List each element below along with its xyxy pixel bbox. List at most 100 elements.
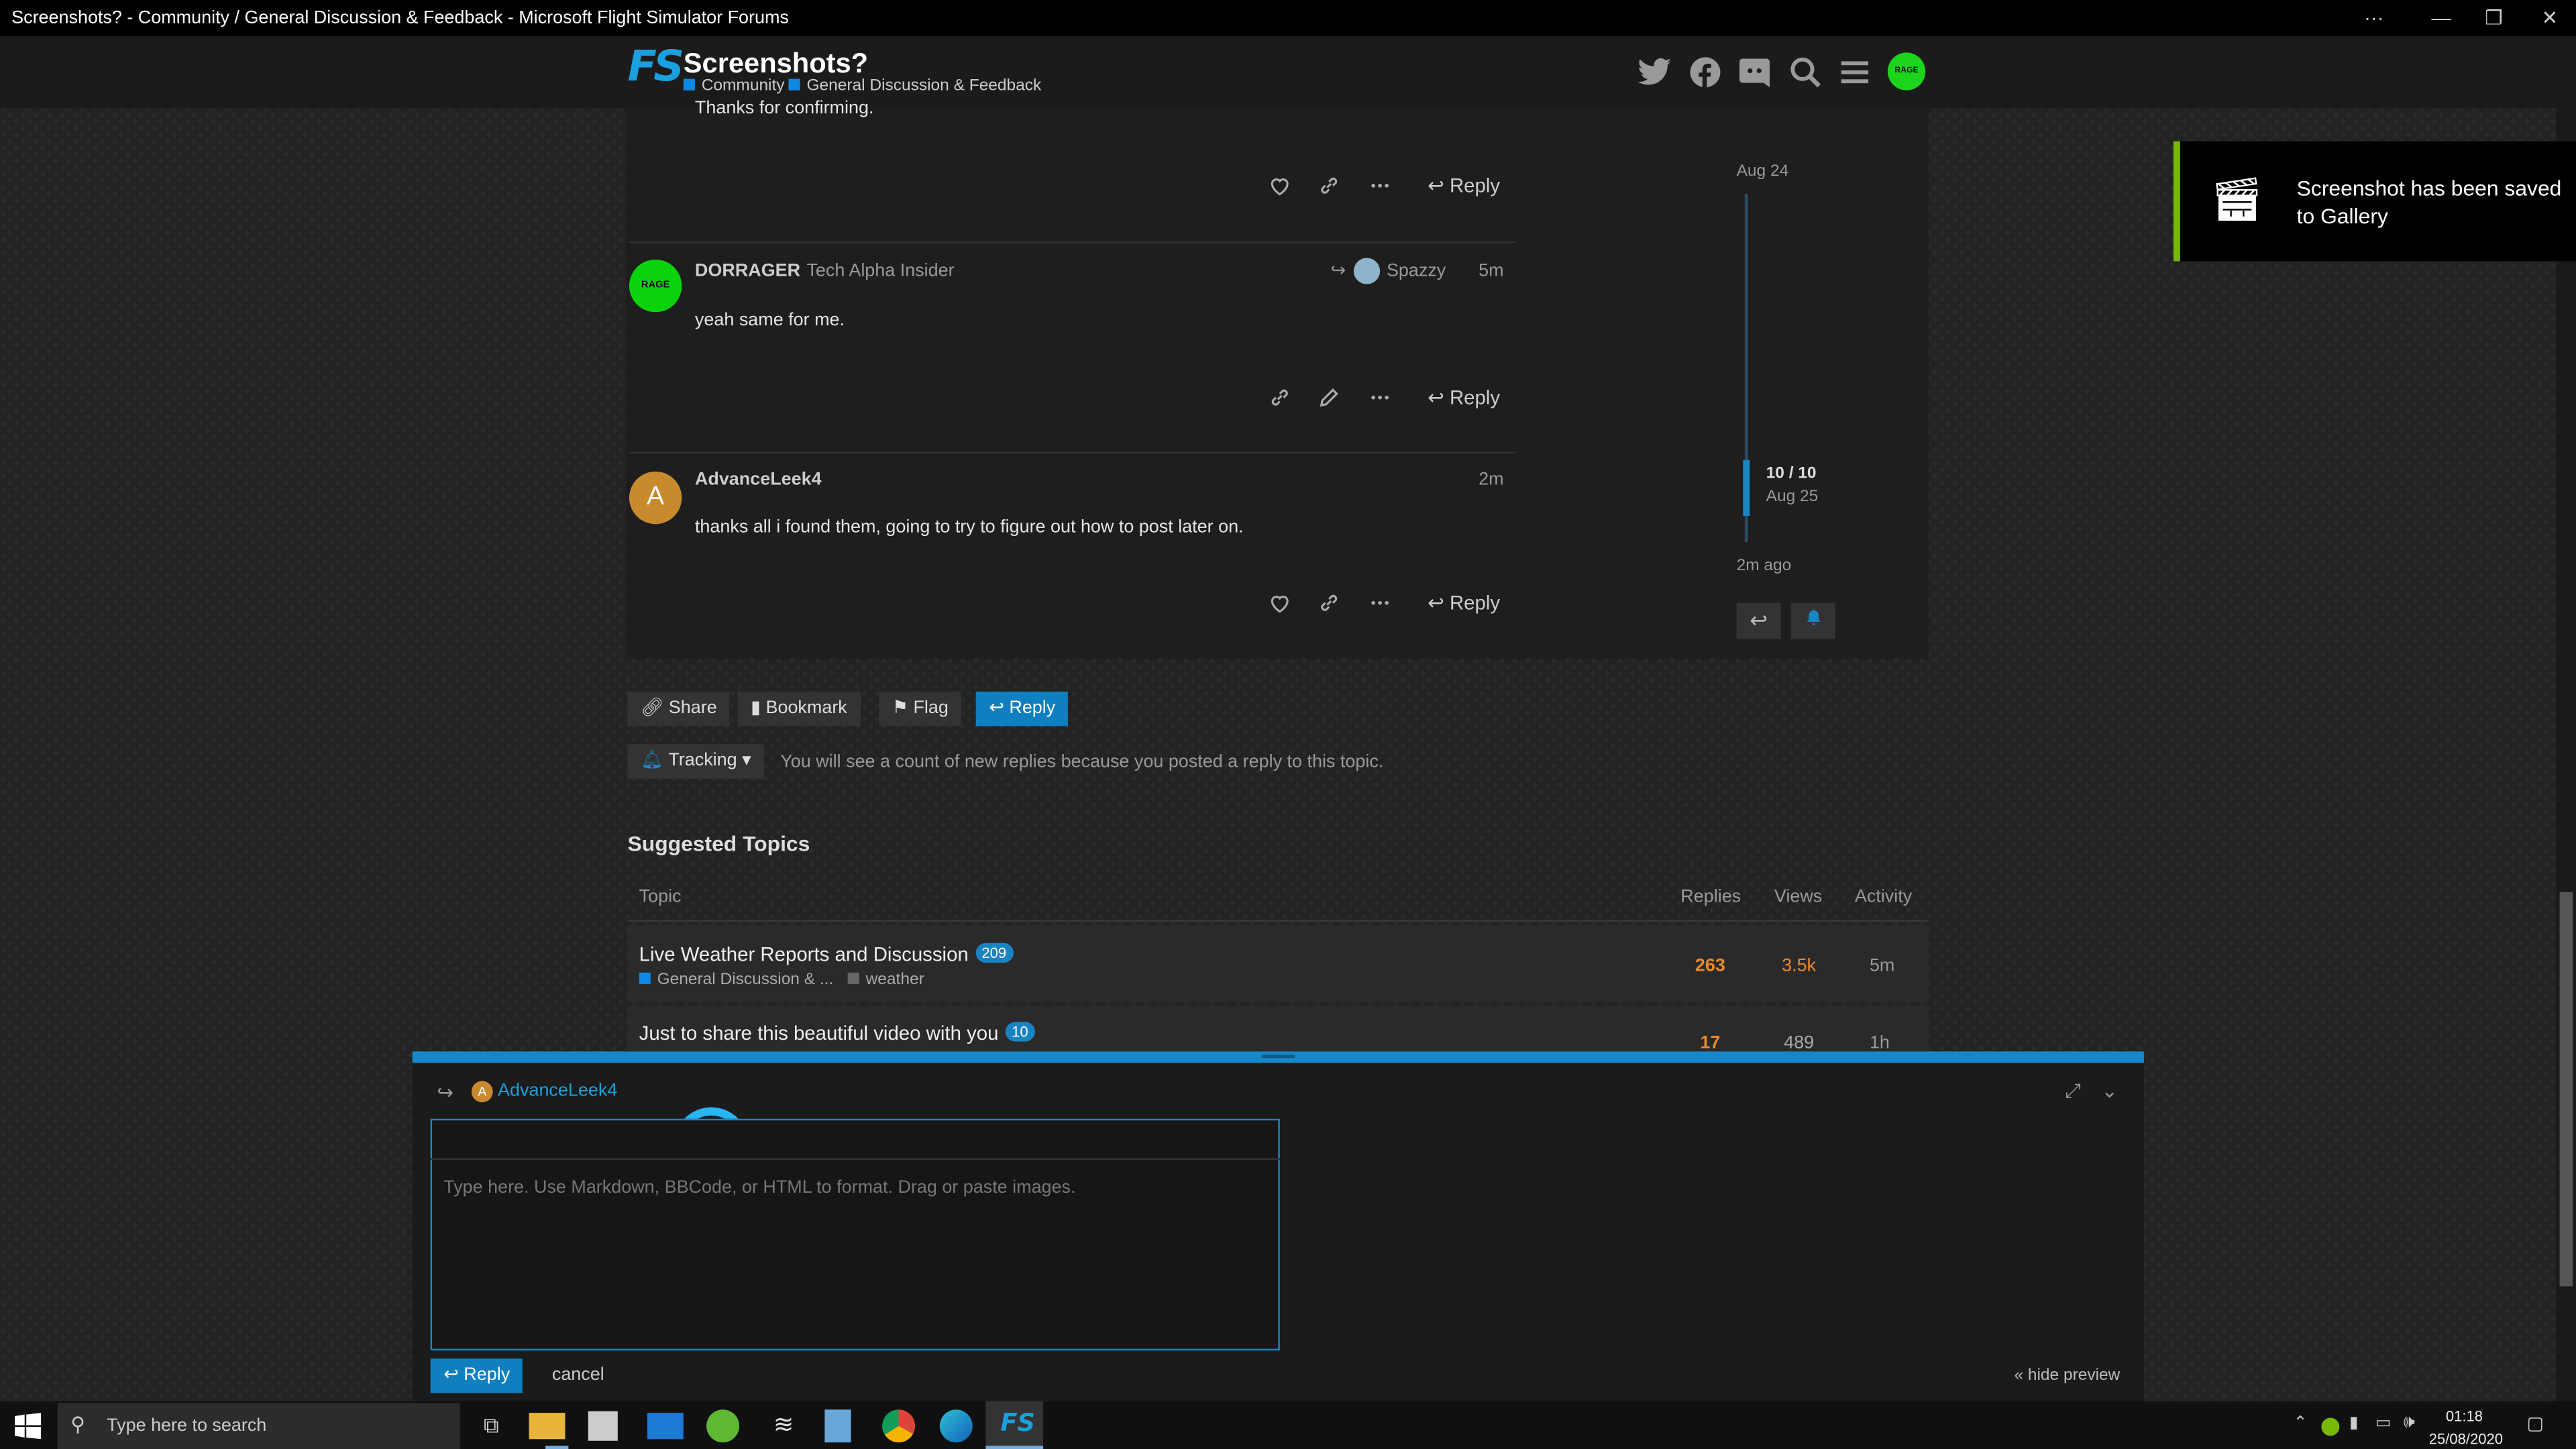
topic-title[interactable]: Screenshots? [684,48,868,80]
windows-start-icon[interactable] [15,1413,42,1440]
reply-to-icon: ↪ [1330,261,1346,281]
timeline-handle[interactable] [1743,460,1750,516]
breadcrumb-general-discussion[interactable]: General Discussion & Feedback [788,77,1041,95]
grip-icon[interactable] [1261,1055,1295,1059]
file-explorer-icon[interactable] [529,1413,566,1440]
column-header-activity[interactable]: Activity [1855,887,1912,906]
notification-bell-button[interactable] [1790,602,1835,639]
timeline-end[interactable]: 2m ago [1737,557,1792,575]
discord-icon[interactable] [1737,54,1773,91]
replies-count: 263 [1695,956,1725,976]
taskbar-date[interactable]: 25/08/2020 [2428,1431,2504,1447]
timeline-position: 10 / 10 [1766,465,1817,484]
post-username[interactable]: AdvanceLeek4 [695,470,822,489]
minimize-button[interactable]: — [2416,3,2465,33]
flag-button[interactable]: ⚑ Flag [879,692,962,727]
site-logo[interactable]: FS [628,43,684,99]
topic-title-link[interactable]: Live Weather Reports and Discussion 209 [639,943,1013,966]
reply-label: Reply [1449,386,1501,409]
edit-pencil-icon[interactable] [1313,381,1346,414]
facebook-icon[interactable] [1687,54,1723,91]
hide-preview-link[interactable]: « hide preview [2014,1367,2120,1385]
reply-to-user[interactable]: Spazzy [1387,261,1446,280]
topic-title-text: Just to share this beautiful video with … [639,1022,999,1045]
network-icon[interactable]: ▭ [2375,1415,2391,1433]
mail-icon[interactable] [647,1413,684,1440]
column-header-topic[interactable]: Topic [639,887,682,906]
tray-chevron-icon[interactable]: ⌃ [2294,1415,2308,1433]
more-actions-icon[interactable] [1364,586,1397,619]
post-reply-button[interactable]: ↩ Reply [1428,174,1500,197]
composer-cancel-link[interactable]: cancel [552,1365,604,1385]
restore-button[interactable]: ❐ [2469,3,2518,33]
link-icon[interactable] [1313,586,1346,619]
chrome-icon[interactable] [882,1409,916,1443]
more-icon[interactable]: ··· [2349,3,2398,33]
share-label: Share [668,698,717,718]
nvidia-tray-icon[interactable] [2321,1417,2340,1436]
share-button[interactable]: 🔗︎ Share [627,692,731,727]
twitter-icon[interactable] [1636,54,1672,91]
task-view-icon[interactable]: ⧉ [473,1408,509,1444]
activity-age[interactable]: 1h [1870,1033,1890,1053]
post-reply-button[interactable]: ↩ Reply [1428,386,1500,409]
post-avatar[interactable]: A [629,471,682,525]
close-button[interactable]: ✕ [2525,3,2574,33]
composer-editor[interactable] [430,1118,1280,1351]
taskbar-search-placeholder[interactable]: Type here to search [107,1416,266,1436]
link-icon[interactable] [1263,381,1296,414]
topic-badge[interactable]: 209 [975,943,1013,963]
bell-icon: 🔔︎ [641,751,669,771]
more-actions-icon[interactable] [1364,381,1397,414]
post-divider [629,451,1517,453]
site-header [0,36,2557,109]
reply-label: Reply [1009,698,1056,718]
edge-icon[interactable] [939,1409,973,1443]
timeline-start-date[interactable]: Aug 24 [1737,162,1789,180]
post-reply-button[interactable]: ↩ Reply [1428,592,1500,614]
layers-app-icon[interactable]: ≋ [765,1408,802,1444]
topic-category[interactable]: General Discussion & ... [639,971,833,989]
like-icon[interactable] [1263,586,1296,619]
more-actions-icon[interactable] [1364,169,1397,202]
table-divider [627,920,1929,922]
composer-reply-to[interactable]: AdvanceLeek4 [498,1081,617,1100]
expand-icon[interactable]: ⤢ [2065,1079,2081,1104]
post-username[interactable]: DORRAGER [695,261,800,280]
reply-action-icon[interactable]: ↪ [437,1081,453,1104]
post-text: yeah same for me. [694,310,845,331]
activity-age[interactable]: 5m [1870,956,1894,975]
taskbar-time[interactable]: 01:18 [2434,1408,2493,1424]
post-age[interactable]: 2m [1479,470,1503,489]
tracking-dropdown[interactable]: 🔔︎ Tracking ▾ [627,744,765,779]
composer-placeholder[interactable]: Type here. Use Markdown, BBCode, or HTML… [443,1178,1075,1197]
store-icon[interactable] [588,1411,618,1441]
breadcrumb-community[interactable]: Community [683,77,785,95]
composer-reply-button[interactable]: ↩ Reply [430,1358,523,1393]
post-age[interactable]: 5m [1479,261,1503,280]
calculator-icon[interactable] [824,1409,851,1443]
post-text: thanks all i found them, going to try to… [694,517,1244,537]
column-header-views[interactable]: Views [1774,887,1822,906]
volume-icon[interactable]: 🕪︎ [2404,1413,2415,1434]
usb-tray-icon[interactable]: ▮ [2349,1415,2359,1433]
replies-count: 17 [1700,1033,1721,1053]
hamburger-menu-icon[interactable] [1837,54,1873,91]
post-avatar[interactable]: RAGE [629,259,682,313]
search-icon[interactable] [1787,54,1823,91]
scrollbar-thumb[interactable] [2559,892,2573,1287]
like-icon[interactable] [1263,169,1296,202]
link-icon[interactable] [1313,169,1346,202]
gaming-app-icon[interactable] [706,1409,740,1443]
topic-reply-button[interactable]: ↩ Reply [975,692,1069,727]
topic-tag[interactable]: weather [847,971,924,989]
topic-title-link[interactable]: Just to share this beautiful video with … [639,1022,1035,1045]
bookmark-button[interactable]: ▮ Bookmark [737,692,861,727]
column-header-replies[interactable]: Replies [1680,887,1741,906]
collapse-chevron-icon[interactable]: ⌄ [2101,1079,2118,1102]
topic-badge[interactable]: 10 [1005,1022,1035,1042]
reply-to-avatar[interactable] [1353,258,1381,284]
action-center-icon[interactable]: ▢ [2527,1413,2544,1434]
timeline-reply-button[interactable]: ↩ [1736,602,1781,639]
user-avatar[interactable]: RAGE [1887,52,1926,91]
